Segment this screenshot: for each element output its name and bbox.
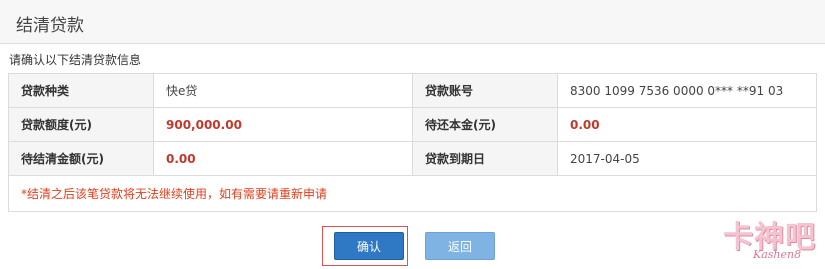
due-date-value: 2017-04-05 [557,141,817,176]
loan-type-value: 快e贷 [153,73,413,108]
settle-amount-label: 待结清金额(元) [8,141,154,176]
loan-info-table: 贷款种类 快e贷 贷款账号 8300 1099 7536 0000 0*** *… [8,73,817,212]
table-row: 贷款额度(元) 900,000.00 待还本金(元) 0.00 [8,107,817,142]
settle-loan-panel: 结清贷款 请确认以下结清贷款信息 贷款种类 快e贷 贷款账号 8300 1099… [0,0,825,269]
back-button[interactable]: 返回 [425,232,495,260]
loan-account-label: 贷款账号 [412,73,558,108]
panel-header: 结清贷款 [0,0,825,44]
watermark-logo: 卡神吧 Kashen8 [719,210,819,266]
confirm-instruction: 请确认以下结清贷款信息 [9,53,142,67]
outstanding-principal-value: 0.00 [557,107,817,142]
panel-title: 结清贷款 [16,16,84,36]
table-row: *结清之后该笔贷款将无法继续使用，如有需要请重新申请 [8,175,817,212]
loan-type-label: 贷款种类 [8,73,154,108]
confirm-button[interactable]: 确认 [334,232,404,260]
outstanding-principal-label: 待还本金(元) [412,107,558,142]
table-row: 贷款种类 快e贷 贷款账号 8300 1099 7536 0000 0*** *… [8,73,817,108]
settle-amount-value: 0.00 [153,141,413,176]
loan-account-value: 8300 1099 7536 0000 0*** **91 03 [557,73,817,108]
due-date-label: 贷款到期日 [412,141,558,176]
settle-warning-note: *结清之后该笔贷款将无法继续使用，如有需要请重新申请 [8,175,817,212]
watermark-subtext: Kashen8 [753,248,802,261]
loan-limit-value: 900,000.00 [153,107,413,142]
loan-limit-label: 贷款额度(元) [8,107,154,142]
table-row: 待结清金额(元) 0.00 贷款到期日 2017-04-05 [8,141,817,176]
